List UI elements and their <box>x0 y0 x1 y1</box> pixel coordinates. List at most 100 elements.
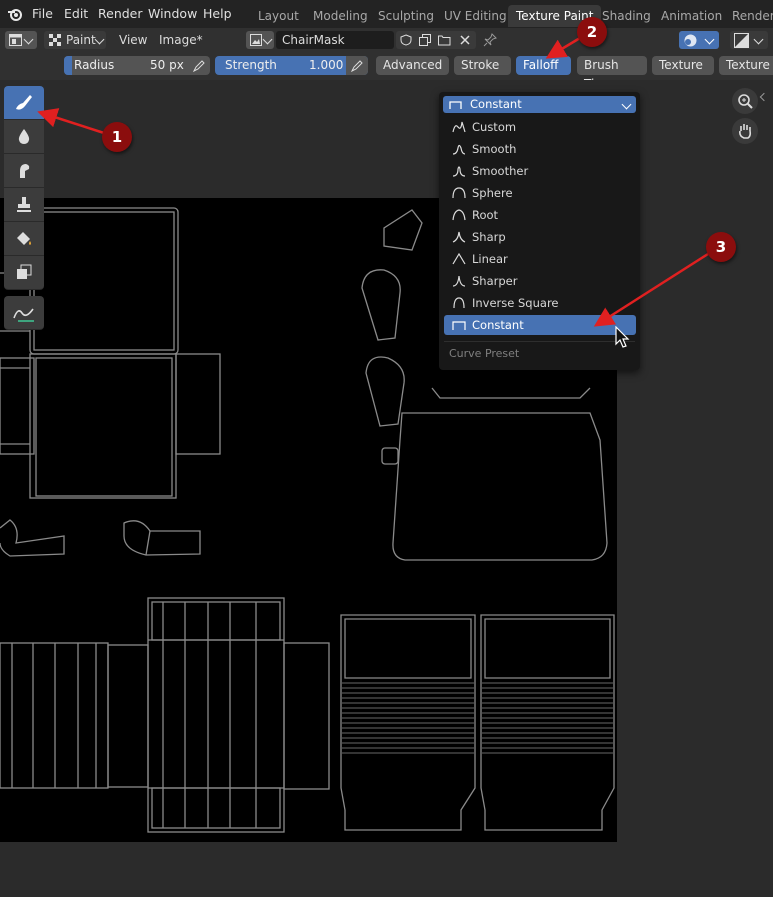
tab-rendering[interactable]: Renderin <box>732 9 773 23</box>
brush-tip-dropdown[interactable]: Brush Tip <box>577 56 647 91</box>
falloff-option-label: Linear <box>472 252 508 266</box>
callout-badge-2: 2 <box>577 17 607 47</box>
close-icon[interactable] <box>459 34 471 46</box>
strength-value: 1.000 <box>309 58 344 72</box>
strength-pressure-toggle[interactable] <box>346 56 368 75</box>
tab-animation[interactable]: Animation <box>661 9 722 23</box>
mode-dropdown[interactable]: Paint <box>44 31 106 49</box>
tool-draw[interactable] <box>4 86 44 120</box>
chevron-down-icon <box>23 34 34 45</box>
tool-mask[interactable] <box>4 256 44 290</box>
callout-badge-3: 3 <box>706 232 736 262</box>
curve-sharp-icon <box>452 231 466 243</box>
menu-view[interactable]: View <box>119 31 147 49</box>
curve-constant-icon <box>449 101 462 109</box>
image-editor-icon <box>9 34 22 46</box>
radius-slider-fill <box>64 56 72 75</box>
strength-label: Strength <box>225 58 277 72</box>
stroke-label: Stroke <box>461 58 500 72</box>
image-icon <box>250 34 262 46</box>
falloff-preset-menu: Constant Custom Smooth Smoother Sphere R… <box>439 92 640 370</box>
tab-sculpting[interactable]: Sculpting <box>378 9 434 23</box>
falloff-option-label: Constant <box>472 318 524 332</box>
display-channels-button[interactable] <box>730 31 768 49</box>
tool-smear[interactable] <box>4 154 44 188</box>
curve-smooth-icon <box>452 144 466 155</box>
advanced-dropdown[interactable]: Advanced <box>376 56 449 87</box>
stroke-dropdown[interactable]: Stroke <box>454 56 511 87</box>
falloff-label: Falloff <box>523 58 559 72</box>
chevron-down-icon <box>621 99 632 110</box>
falloff-option-smoother[interactable]: Smoother <box>444 161 636 181</box>
smear-icon <box>20 163 30 178</box>
falloff-option-smooth[interactable]: Smooth <box>444 139 636 159</box>
tab-shading[interactable]: Shading <box>602 9 651 23</box>
curve-linear-icon <box>452 253 466 265</box>
curve-sphere-icon <box>452 187 466 199</box>
falloff-option-label: Sharp <box>472 230 506 244</box>
falloff-option-constant[interactable]: Constant <box>444 315 636 335</box>
falloff-option-sharper[interactable]: Sharper <box>444 271 636 291</box>
texture-mask-dropdown[interactable]: Texture <box>719 56 773 75</box>
falloff-option-custom[interactable]: Custom <box>444 117 636 137</box>
mask-icon <box>17 264 32 279</box>
tool-fill[interactable] <box>4 222 44 256</box>
blender-logo-icon[interactable] <box>7 6 23 22</box>
falloff-preset-selector[interactable]: Constant <box>443 96 636 113</box>
pan-button[interactable] <box>732 118 758 144</box>
curve-root-icon <box>452 209 466 221</box>
zoom-button[interactable] <box>732 88 758 114</box>
radius-value: 50 px <box>150 58 184 72</box>
menu-window[interactable]: Window <box>148 6 197 21</box>
duplicate-icon[interactable] <box>419 34 431 46</box>
fill-bucket-icon <box>17 231 31 245</box>
tool-annotate[interactable] <box>4 296 44 330</box>
curve-smoother-icon <box>452 166 466 177</box>
editor-type-button[interactable] <box>5 31 37 49</box>
falloff-option-sharp[interactable]: Sharp <box>444 227 636 247</box>
curve-inverse-square-icon <box>453 297 465 309</box>
falloff-option-label: Smooth <box>472 142 517 156</box>
menu-image[interactable]: Image* <box>159 31 203 49</box>
overlay-icon <box>684 34 697 47</box>
menu-render[interactable]: Render <box>98 6 143 21</box>
overlay-toggle-button[interactable] <box>679 31 719 49</box>
curve-custom-icon <box>452 121 466 133</box>
menu-edit[interactable]: Edit <box>64 6 88 21</box>
menu-help[interactable]: Help <box>203 6 232 21</box>
fake-user-shield-icon[interactable] <box>400 34 412 46</box>
falloff-option-sphere[interactable]: Sphere <box>444 183 636 203</box>
falloff-option-inverse-square[interactable]: Inverse Square <box>444 293 636 313</box>
chevron-down-icon <box>704 34 715 45</box>
chevron-down-icon <box>94 34 105 45</box>
image-name-field[interactable]: ChairMask <box>276 31 394 49</box>
falloff-option-linear[interactable]: Linear <box>444 249 636 269</box>
top-menu-bar: File Edit Render Window Help Layout Mode… <box>0 0 773 28</box>
editor-header: Paint View Image* ChairMask <box>0 28 773 52</box>
texture-dropdown[interactable]: Texture <box>652 56 714 87</box>
curve-constant-icon <box>452 321 466 330</box>
chevron-down-icon <box>753 34 764 45</box>
pin-icon[interactable] <box>483 33 497 47</box>
radius-slider[interactable]: Radius 50 px <box>64 56 210 75</box>
tab-modeling[interactable]: Modeling <box>313 9 368 23</box>
falloff-option-label: Inverse Square <box>472 296 559 310</box>
falloff-option-label: Sharper <box>472 274 518 288</box>
menu-separator <box>444 341 635 342</box>
image-browse-button[interactable] <box>246 31 274 49</box>
image-datablock-buttons <box>396 31 476 49</box>
tool-soften[interactable] <box>4 120 44 154</box>
falloff-dropdown[interactable]: Falloff <box>516 56 571 87</box>
tool-clone[interactable] <box>4 188 44 222</box>
tab-layout[interactable]: Layout <box>258 9 299 23</box>
zoom-icon <box>738 94 753 109</box>
strength-slider[interactable]: Strength 1.000 <box>215 56 368 75</box>
texture-label: Texture <box>659 58 703 72</box>
falloff-option-root[interactable]: Root <box>444 205 636 225</box>
pressure-pen-icon[interactable] <box>192 59 206 73</box>
folder-icon[interactable] <box>438 34 451 46</box>
falloff-current-label: Constant <box>470 97 522 111</box>
menu-file[interactable]: File <box>32 6 53 21</box>
pressure-pen-icon <box>350 60 363 73</box>
tab-uv-editing[interactable]: UV Editing <box>444 9 507 23</box>
